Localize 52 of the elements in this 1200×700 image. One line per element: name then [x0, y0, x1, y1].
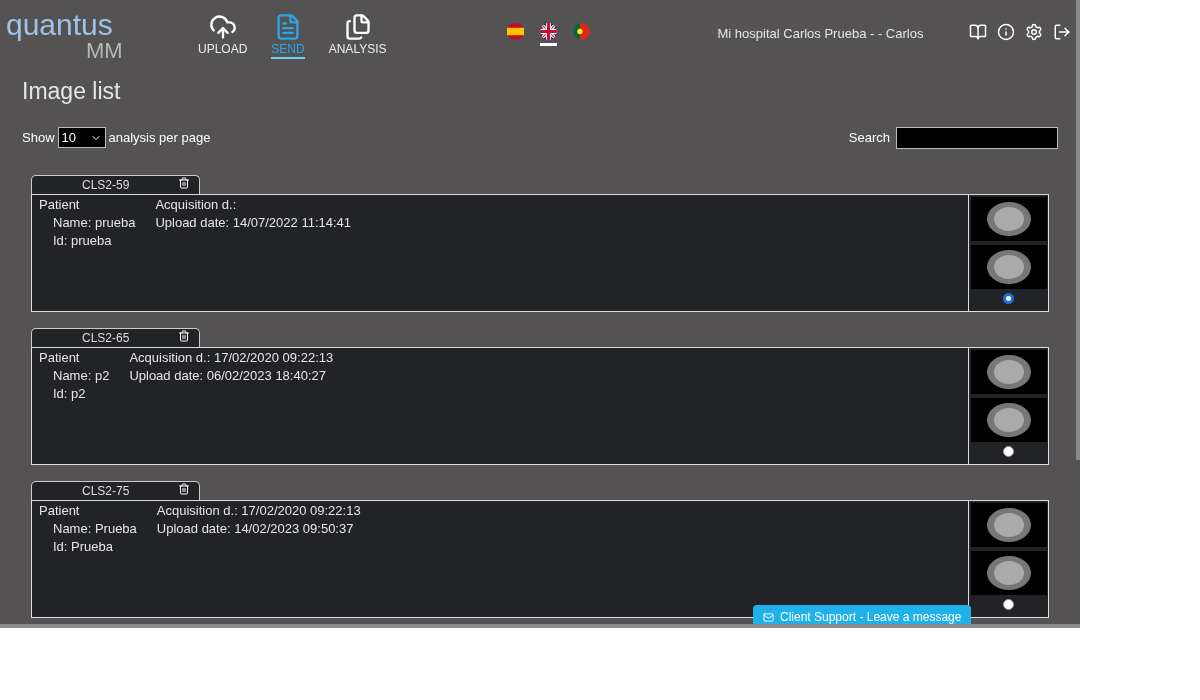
mail-icon	[763, 611, 774, 623]
book-icon[interactable]	[969, 23, 988, 41]
scan-image-drawing	[985, 505, 1032, 544]
show-label: Show	[22, 128, 55, 147]
upload-date: Upload date: 06/02/2023 18:40:27	[129, 366, 327, 385]
trash-icon[interactable]	[178, 482, 190, 495]
uk-flag-icon	[539, 22, 557, 40]
settings-icon[interactable]	[1025, 23, 1044, 41]
analysis-code: CLS2-65	[82, 329, 130, 347]
search-field[interactable]	[896, 126, 1058, 149]
select-radio[interactable]	[1003, 598, 1014, 610]
analysis-code: CLS2-59	[82, 176, 130, 194]
portugal-flag-icon	[572, 22, 590, 40]
upload-date: Upload date: 14/02/2023 09:50:37	[156, 519, 355, 538]
scrollbar[interactable]	[1076, 0, 1080, 460]
patient-name: Name: prueba	[52, 213, 136, 232]
cloud-upload-icon	[208, 13, 237, 41]
per-page-label: analysis per page	[108, 128, 211, 147]
patient-name: Name: Prueba	[52, 519, 137, 538]
acquisition-date: Acquisition d.: 17/02/2020 09:22:13	[129, 348, 334, 367]
patient-name: Name: p2	[52, 366, 110, 385]
trash-icon[interactable]	[178, 329, 190, 342]
select-radio[interactable]	[1003, 292, 1014, 304]
user-label: Mi hospital Carlos Prueba - - Carlos	[717, 25, 924, 44]
patient-id: Id: Prueba	[52, 537, 114, 556]
trash-icon[interactable]	[178, 176, 190, 189]
page-title: Image list	[21, 77, 122, 106]
nav-tab[interactable]: ANALYSIS	[326, 13, 389, 59]
nav-tab[interactable]: UPLOAD	[196, 13, 250, 59]
spain-flag-icon	[506, 22, 524, 40]
scan-image-drawing	[985, 352, 1032, 391]
patient-label: Patient	[39, 501, 81, 520]
analysis-code: CLS2-75	[82, 482, 130, 500]
select-radio[interactable]	[1003, 445, 1014, 457]
scan-image-drawing	[985, 247, 1032, 286]
patient-label: Patient	[39, 195, 81, 214]
logout-icon[interactable]	[1053, 23, 1072, 41]
scan-image-drawing	[985, 553, 1032, 592]
page-size-select[interactable]: 10	[57, 127, 106, 148]
info-icon[interactable]	[997, 23, 1016, 41]
search-label: Search	[848, 128, 890, 147]
quantus-logo: quantus MM	[6, 10, 124, 62]
scan-image-drawing	[985, 400, 1032, 439]
patient-label: Patient	[39, 348, 81, 367]
scan-image-drawing	[985, 199, 1032, 238]
patient-id: Id: p2	[52, 384, 87, 403]
patient-id: Id: prueba	[52, 231, 113, 250]
documents-icon	[343, 13, 372, 41]
acquisition-date: Acquisition d.: 17/02/2020 09:22:13	[156, 501, 361, 520]
acquisition-date: Acquisition d.:	[155, 195, 238, 214]
language-button[interactable]	[539, 22, 557, 46]
upload-date: Upload date: 14/07/2022 11:14:41	[155, 213, 352, 232]
